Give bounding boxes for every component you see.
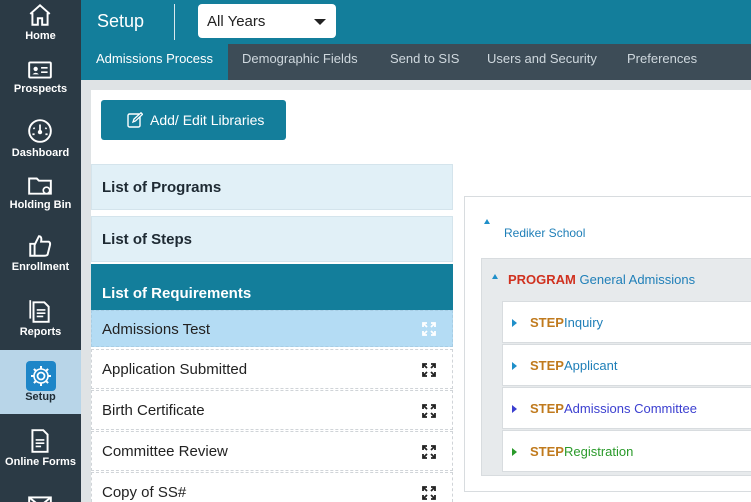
requirement-label: Committee Review: [102, 443, 228, 460]
step-keyword: STEP: [530, 315, 564, 330]
nav-holding-bin[interactable]: Holding Bin: [0, 170, 81, 230]
nav-enrollment[interactable]: Enrollment: [0, 231, 81, 291]
year-select[interactable]: All Years: [198, 4, 336, 38]
step-name: Registration: [564, 444, 634, 459]
requirement-row[interactable]: Application Submitted: [91, 349, 453, 389]
requirement-row[interactable]: Birth Certificate: [91, 390, 453, 430]
tab-bar: Admissions Process Demographic Fields Se…: [81, 44, 751, 80]
tab-users-and-security[interactable]: Users and Security: [487, 44, 597, 80]
nav-holding-bin-label: Holding Bin: [9, 199, 72, 211]
requirement-label: Birth Certificate: [102, 402, 205, 419]
nav-setup[interactable]: Setup: [0, 350, 81, 414]
list-of-requirements-header[interactable]: List of Requirements: [91, 264, 453, 310]
drag-move-icon[interactable]: [422, 404, 436, 418]
nav-reports[interactable]: Reports: [0, 296, 81, 356]
caret-down-icon: [314, 19, 326, 25]
dashboard-gauge-icon: [28, 119, 52, 143]
tree-step-node[interactable]: STEP Admissions Committee: [502, 387, 751, 429]
list-of-requirements-label: List of Requirements: [102, 285, 252, 302]
step-name: Inquiry: [564, 315, 604, 330]
nav-prospects[interactable]: Prospects: [0, 55, 81, 115]
tree-step-node[interactable]: STEP Applicant: [502, 344, 751, 386]
collapse-triangle-icon[interactable]: [484, 219, 490, 224]
add-edit-libraries-button[interactable]: Add/ Edit Libraries: [101, 100, 286, 140]
gear-icon: [31, 366, 51, 386]
header-divider: [174, 4, 175, 40]
step-keyword: STEP: [530, 401, 564, 416]
tree-program-label[interactable]: PROGRAM General Admissions: [508, 272, 695, 287]
list-of-steps-label: List of Steps: [102, 231, 193, 248]
nav-dashboard-label: Dashboard: [11, 147, 70, 159]
expand-triangle-icon[interactable]: [512, 405, 517, 413]
requirement-label: Admissions Test: [102, 321, 211, 338]
edit-icon: [127, 112, 143, 128]
drag-move-icon[interactable]: [422, 445, 436, 459]
nav-messages[interactable]: [0, 490, 81, 502]
expand-triangle-icon[interactable]: [512, 448, 517, 456]
nav-dashboard[interactable]: Dashboard: [0, 116, 81, 176]
list-of-programs-header[interactable]: List of Programs: [91, 164, 453, 210]
nav-prospects-label: Prospects: [13, 83, 68, 95]
step-name: Admissions Committee: [564, 401, 697, 416]
nav-online-forms[interactable]: Online Forms: [0, 426, 81, 486]
step-keyword: STEP: [530, 358, 564, 373]
thumbs-up-icon: [29, 235, 52, 257]
tree-step-node[interactable]: STEP Registration: [502, 430, 751, 472]
add-edit-libraries-label: Add/ Edit Libraries: [150, 112, 265, 128]
year-select-value: All Years: [207, 13, 266, 30]
program-keyword: PROGRAM: [508, 272, 576, 287]
program-name: General Admissions: [579, 272, 696, 287]
home-icon: [29, 3, 51, 26]
tab-preferences[interactable]: Preferences: [627, 44, 697, 80]
id-card-icon: [28, 61, 52, 79]
nav-enrollment-label: Enrollment: [11, 261, 70, 273]
step-keyword: STEP: [530, 444, 564, 459]
list-of-programs-label: List of Programs: [102, 179, 222, 196]
drag-move-icon[interactable]: [422, 322, 436, 336]
list-of-steps-header[interactable]: List of Steps: [91, 216, 453, 262]
envelope-icon: [28, 496, 52, 502]
top-header: Setup All Years: [81, 0, 751, 44]
nav-online-forms-label: Online Forms: [5, 456, 76, 468]
expand-triangle-icon[interactable]: [512, 319, 517, 327]
drag-move-icon[interactable]: [422, 486, 436, 500]
left-navigation: Home Prospects Dashboard Holding Bin Enr…: [0, 0, 81, 502]
tab-admissions-process[interactable]: Admissions Process: [81, 44, 228, 80]
drag-move-icon[interactable]: [422, 363, 436, 377]
tree-step-node[interactable]: STEP Inquiry: [502, 301, 751, 343]
form-document-icon: [31, 429, 49, 453]
nav-home-label: Home: [25, 30, 56, 42]
collapse-triangle-icon[interactable]: [492, 274, 498, 279]
nav-setup-label: Setup: [25, 391, 56, 403]
requirement-label: Copy of SS#: [102, 484, 187, 501]
requirement-row[interactable]: Committee Review: [91, 431, 453, 471]
requirement-row[interactable]: Admissions Test: [91, 310, 453, 347]
tree-school-name[interactable]: Rediker School: [504, 226, 585, 240]
requirement-row[interactable]: Copy of SS#: [91, 472, 453, 502]
tab-send-to-sis[interactable]: Send to SIS: [390, 44, 459, 80]
folder-icon: [28, 177, 52, 195]
requirement-label: Application Submitted: [102, 361, 248, 378]
expand-triangle-icon[interactable]: [512, 362, 517, 370]
nav-home[interactable]: Home: [0, 0, 81, 60]
tab-demographic-fields[interactable]: Demographic Fields: [242, 44, 358, 80]
report-document-icon: [29, 300, 50, 323]
page-title: Setup: [97, 11, 145, 31]
step-name: Applicant: [564, 358, 618, 373]
nav-reports-label: Reports: [19, 326, 62, 338]
